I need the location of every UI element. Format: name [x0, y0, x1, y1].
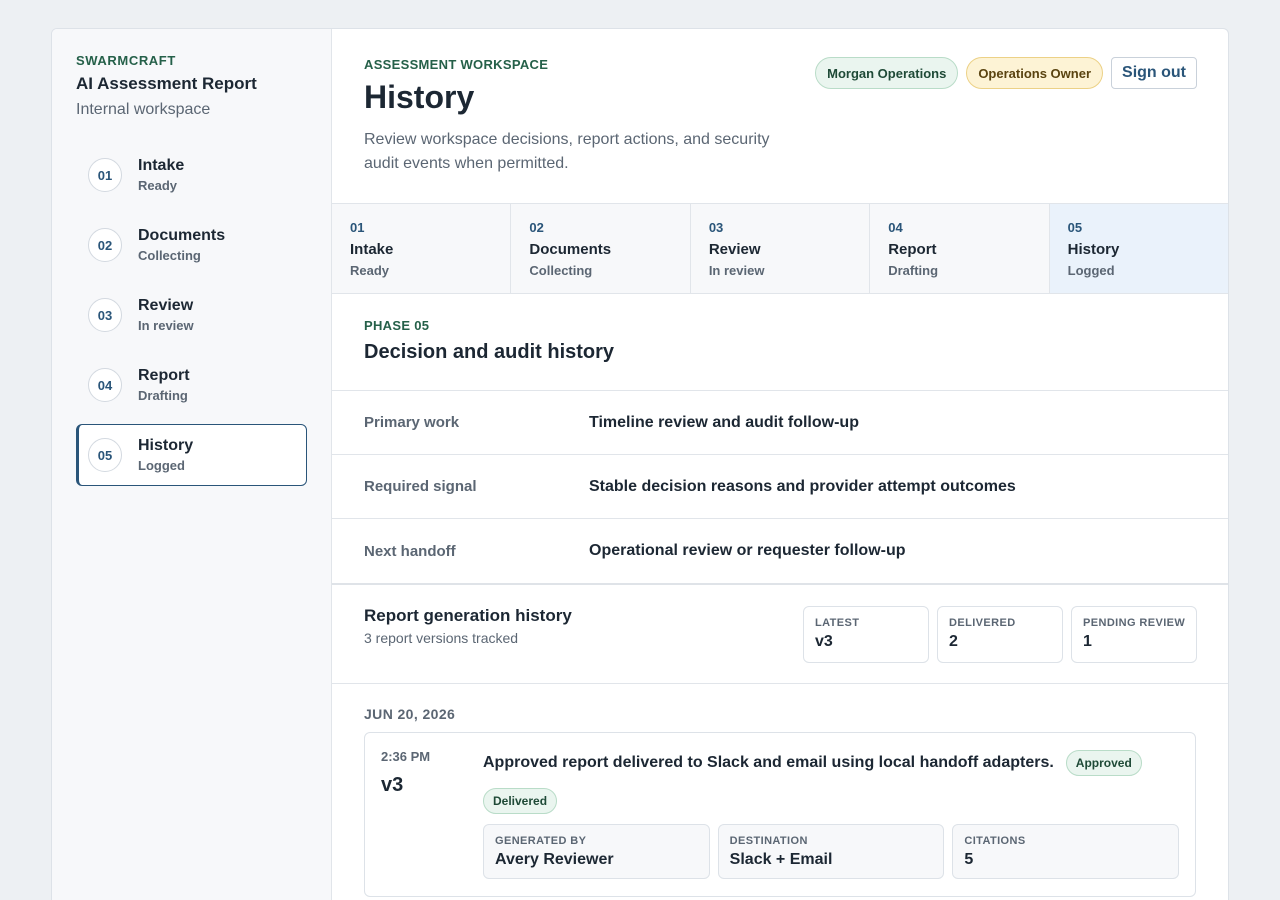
meta-value: 5 [964, 851, 974, 868]
sidebar-item-status: Collecting [138, 248, 201, 263]
sidebar-item-status: Ready [138, 178, 178, 193]
stat-pending-review: PENDING REVIEW 1 [1071, 606, 1197, 663]
stat-value: 2 [949, 633, 958, 650]
detail-key: Next handoff [364, 542, 456, 560]
tab-status: Ready [350, 263, 390, 278]
detail-value: Operational review or requester follow-u… [589, 542, 906, 559]
sidebar: SWARMCRAFT AI Assessment Report Internal… [52, 29, 332, 900]
tab-documents[interactable]: 02 Documents Collecting [511, 204, 691, 293]
tab-number: 05 [1067, 220, 1083, 235]
detail-row: Required signal Stable decision reasons … [332, 455, 1228, 519]
sidebar-item-label: History [138, 437, 194, 454]
detail-key: Primary work [364, 414, 460, 431]
entry-message: Approved report delivered to Slack and e… [483, 753, 1054, 771]
meta-label: CITATIONS [964, 835, 1026, 847]
app-window: SWARMCRAFT AI Assessment Report Internal… [51, 28, 1229, 900]
history-stats: LATEST v3 DELIVERED 2 PENDING REVIEW 1 [803, 606, 1197, 663]
tab-number: 04 [888, 220, 903, 235]
tab-label: Review [708, 241, 761, 258]
tab-label: Report [888, 241, 937, 258]
meta-citations: CITATIONS 5 [952, 824, 1180, 879]
phase-header: PHASE 05 Decision and audit history [332, 294, 1228, 391]
meta-generated-by: GENERATED BY Avery Reviewer [483, 824, 710, 879]
tab-label: Documents [529, 241, 612, 258]
step-number: 04 [88, 368, 122, 402]
sidebar-item-status: Logged [138, 458, 185, 473]
sidebar-item-documents[interactable]: 02 Documents Collecting [76, 214, 307, 276]
tab-number: 03 [708, 220, 724, 235]
tab-number: 01 [350, 220, 365, 235]
sidebar-item-label: Report [138, 367, 190, 384]
tab-label: Intake [350, 241, 394, 258]
sidebar-item-status: In review [138, 318, 194, 333]
user-chip: Morgan Operations [815, 57, 959, 89]
sidebar-item-status: Drafting [138, 388, 188, 403]
header-actions: Morgan Operations Operations Owner Sign … [815, 57, 1197, 89]
stat-latest: LATEST v3 [803, 606, 929, 663]
stat-value: 1 [1083, 633, 1092, 650]
step-number: 02 [88, 228, 122, 262]
app-subtitle: Internal workspace [76, 101, 211, 118]
tab-status: In review [708, 263, 765, 278]
page-header: ASSESSMENT WORKSPACE History Review work… [332, 29, 1228, 204]
report-history-header: Report generation history 3 report versi… [332, 585, 1228, 684]
sidebar-item-label: Review [138, 297, 194, 314]
entry-version: v3 [381, 774, 404, 796]
sidebar-nav: 01 Intake Ready 02 Documents Collecting … [76, 144, 307, 486]
sidebar-item-review[interactable]: 03 Review In review [76, 284, 307, 346]
tab-status: Logged [1067, 263, 1115, 278]
sidebar-item-report[interactable]: 04 Report Drafting [76, 354, 307, 416]
detail-row: Primary work Timeline review and audit f… [332, 391, 1228, 455]
tab-intake[interactable]: 01 Intake Ready [332, 204, 512, 293]
stat-label: LATEST [815, 617, 860, 629]
tab-history[interactable]: 05 History Logged [1049, 204, 1228, 293]
timeline-entry[interactable]: 2:36 PM v3 Approved report delivered to … [364, 732, 1196, 897]
sidebar-item-label: Documents [138, 227, 226, 244]
detail-value: Timeline review and audit follow-up [589, 413, 859, 431]
phase-eyebrow: PHASE 05 [364, 318, 430, 333]
stat-delivered: DELIVERED 2 [937, 606, 1063, 663]
tab-status: Drafting [888, 263, 939, 278]
phase-details: Primary work Timeline review and audit f… [332, 391, 1228, 585]
page-description: Review workspace decisions, report actio… [364, 131, 770, 172]
approved-badge: Approved [1065, 749, 1142, 776]
step-number: 05 [88, 438, 122, 472]
history-timeline: JUN 20, 2026 2:36 PM v3 Approved report … [332, 684, 1228, 897]
sidebar-item-history[interactable]: 05 History Logged [76, 424, 307, 486]
stat-label: PENDING REVIEW [1083, 617, 1186, 629]
meta-value: Slack + Email [729, 851, 833, 868]
meta-destination: DESTINATION Slack + Email [717, 824, 945, 879]
sidebar-item-label: Intake [138, 157, 185, 174]
app-title: AI Assessment Report [76, 74, 257, 93]
tab-number: 02 [529, 220, 544, 235]
stat-value: v3 [815, 633, 833, 650]
tab-label: History [1067, 241, 1120, 258]
role-chip: Operations Owner [966, 57, 1104, 89]
sign-out-button[interactable]: Sign out [1111, 57, 1197, 89]
entry-meta: GENERATED BY Avery Reviewer DESTINATION … [483, 824, 1180, 879]
meta-label: DESTINATION [729, 835, 808, 847]
tab-report[interactable]: 04 Report Drafting [870, 204, 1050, 293]
step-number: 01 [88, 158, 122, 192]
detail-key: Required signal [364, 478, 477, 495]
phase-title: Decision and audit history [364, 341, 615, 363]
tab-review[interactable]: 03 Review In review [690, 204, 871, 293]
detail-row: Next handoff Operational review or reque… [332, 519, 1228, 585]
main-content: ASSESSMENT WORKSPACE History Review work… [332, 29, 1228, 900]
timeline-date: JUN 20, 2026 [364, 706, 456, 722]
tab-status: Collecting [529, 263, 593, 278]
phase-tabs: 01 Intake Ready 02 Documents Collecting … [332, 204, 1228, 294]
meta-label: GENERATED BY [495, 835, 587, 847]
brand-name: SWARMCRAFT [76, 53, 176, 68]
detail-value: Stable decision reasons and provider att… [589, 477, 1016, 495]
entry-time: 2:36 PM [381, 749, 431, 764]
step-number: 03 [88, 298, 122, 332]
delivered-badge: Delivered [483, 788, 558, 814]
sidebar-item-intake[interactable]: 01 Intake Ready [76, 144, 307, 206]
stat-label: DELIVERED [949, 617, 1016, 629]
meta-value: Avery Reviewer [495, 851, 614, 868]
